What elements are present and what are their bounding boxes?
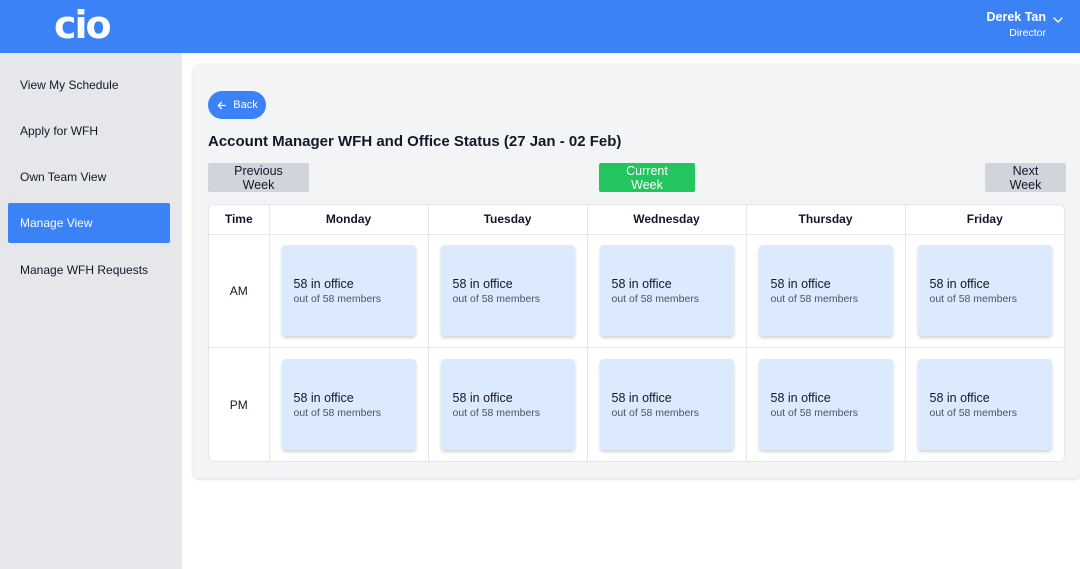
sidebar: View My Schedule Apply for WFH Own Team … bbox=[0, 53, 182, 569]
user-role: Director bbox=[1009, 27, 1046, 39]
page-title: Account Manager WFH and Office Status (2… bbox=[208, 133, 622, 150]
in-office-count: 58 in office bbox=[611, 276, 672, 291]
table-header-row: Time Monday Tuesday Wednesday Thursday F… bbox=[209, 205, 1064, 235]
main-panel: Back Account Manager WFH and Office Stat… bbox=[193, 64, 1080, 478]
current-week-button[interactable]: Current Week bbox=[599, 163, 695, 192]
table-cell: 58 in office out of 58 members bbox=[428, 234, 588, 349]
sidebar-item-manage-wfh-requests[interactable]: Manage WFH Requests bbox=[8, 250, 170, 290]
in-office-count: 58 in office bbox=[929, 390, 990, 405]
table-cell: 58 in office out of 58 members bbox=[428, 347, 588, 461]
office-status-card[interactable]: 58 in office out of 58 members bbox=[440, 245, 575, 337]
table-cell: 58 in office out of 58 members bbox=[269, 347, 429, 461]
column-header-thursday: Thursday bbox=[746, 205, 906, 235]
table-cell: 58 in office out of 58 members bbox=[746, 234, 906, 349]
total-members: out of 58 members bbox=[929, 292, 1018, 305]
total-members: out of 58 members bbox=[929, 406, 1018, 419]
user-name: Derek Tan bbox=[986, 10, 1046, 24]
column-header-monday: Monday bbox=[269, 205, 429, 235]
table-cell: 58 in office out of 58 members bbox=[905, 234, 1064, 349]
in-office-count: 58 in office bbox=[293, 276, 354, 291]
back-button-label: Back bbox=[233, 99, 258, 111]
table-cell: 58 in office out of 58 members bbox=[905, 348, 1064, 461]
in-office-count: 58 in office bbox=[293, 390, 354, 405]
top-bar: cio Derek Tan Director bbox=[0, 0, 1080, 53]
in-office-count: 58 in office bbox=[770, 390, 831, 405]
user-menu[interactable]: Derek Tan Director bbox=[986, 10, 1046, 40]
previous-week-button[interactable]: Previous Week bbox=[208, 163, 309, 192]
in-office-count: 58 in office bbox=[452, 276, 513, 291]
in-office-count: 58 in office bbox=[611, 390, 672, 405]
in-office-count: 58 in office bbox=[452, 390, 513, 405]
column-header-tuesday: Tuesday bbox=[428, 205, 588, 235]
office-status-card[interactable]: 58 in office out of 58 members bbox=[917, 359, 1052, 451]
total-members: out of 58 members bbox=[452, 406, 541, 419]
office-status-card[interactable]: 58 in office out of 58 members bbox=[758, 245, 893, 337]
table-cell: 58 in office out of 58 members bbox=[269, 234, 429, 349]
sidebar-item-manage-view[interactable]: Manage View bbox=[8, 203, 170, 243]
app-logo[interactable]: cio bbox=[54, 6, 112, 44]
total-members: out of 58 members bbox=[452, 292, 541, 305]
column-header-time: Time bbox=[209, 205, 270, 235]
time-cell-am: AM bbox=[209, 234, 270, 349]
total-members: out of 58 members bbox=[770, 406, 859, 419]
back-button[interactable]: Back bbox=[208, 91, 266, 119]
chevron-down-icon[interactable] bbox=[1052, 14, 1064, 26]
table-row: PM 58 in office out of 58 members 58 in … bbox=[209, 347, 1064, 461]
table-row: AM 58 in office out of 58 members 58 in … bbox=[209, 234, 1064, 349]
office-status-card[interactable]: 58 in office out of 58 members bbox=[281, 245, 416, 337]
arrow-left-icon bbox=[217, 101, 227, 109]
total-members: out of 58 members bbox=[611, 292, 700, 305]
sidebar-item-apply-for-wfh[interactable]: Apply for WFH bbox=[8, 111, 170, 151]
time-cell-pm: PM bbox=[209, 347, 270, 461]
sidebar-item-own-team-view[interactable]: Own Team View bbox=[8, 157, 170, 197]
column-header-wednesday: Wednesday bbox=[587, 205, 747, 235]
column-header-friday: Friday bbox=[905, 205, 1064, 235]
sidebar-item-view-my-schedule[interactable]: View My Schedule bbox=[8, 65, 170, 105]
table-cell: 58 in office out of 58 members bbox=[587, 347, 747, 461]
office-status-card[interactable]: 58 in office out of 58 members bbox=[758, 359, 893, 451]
total-members: out of 58 members bbox=[293, 406, 382, 419]
office-status-card[interactable]: 58 in office out of 58 members bbox=[599, 359, 734, 451]
in-office-count: 58 in office bbox=[929, 276, 990, 291]
total-members: out of 58 members bbox=[770, 292, 859, 305]
in-office-count: 58 in office bbox=[770, 276, 831, 291]
office-status-card[interactable]: 58 in office out of 58 members bbox=[917, 245, 1052, 337]
total-members: out of 58 members bbox=[293, 292, 382, 305]
office-status-card[interactable]: 58 in office out of 58 members bbox=[440, 359, 575, 451]
schedule-table: Time Monday Tuesday Wednesday Thursday F… bbox=[208, 204, 1065, 462]
office-status-card[interactable]: 58 in office out of 58 members bbox=[599, 245, 734, 337]
next-week-button[interactable]: Next Week bbox=[985, 163, 1066, 192]
total-members: out of 58 members bbox=[611, 406, 700, 419]
table-cell: 58 in office out of 58 members bbox=[746, 347, 906, 461]
office-status-card[interactable]: 58 in office out of 58 members bbox=[281, 359, 416, 451]
table-cell: 58 in office out of 58 members bbox=[587, 234, 747, 349]
